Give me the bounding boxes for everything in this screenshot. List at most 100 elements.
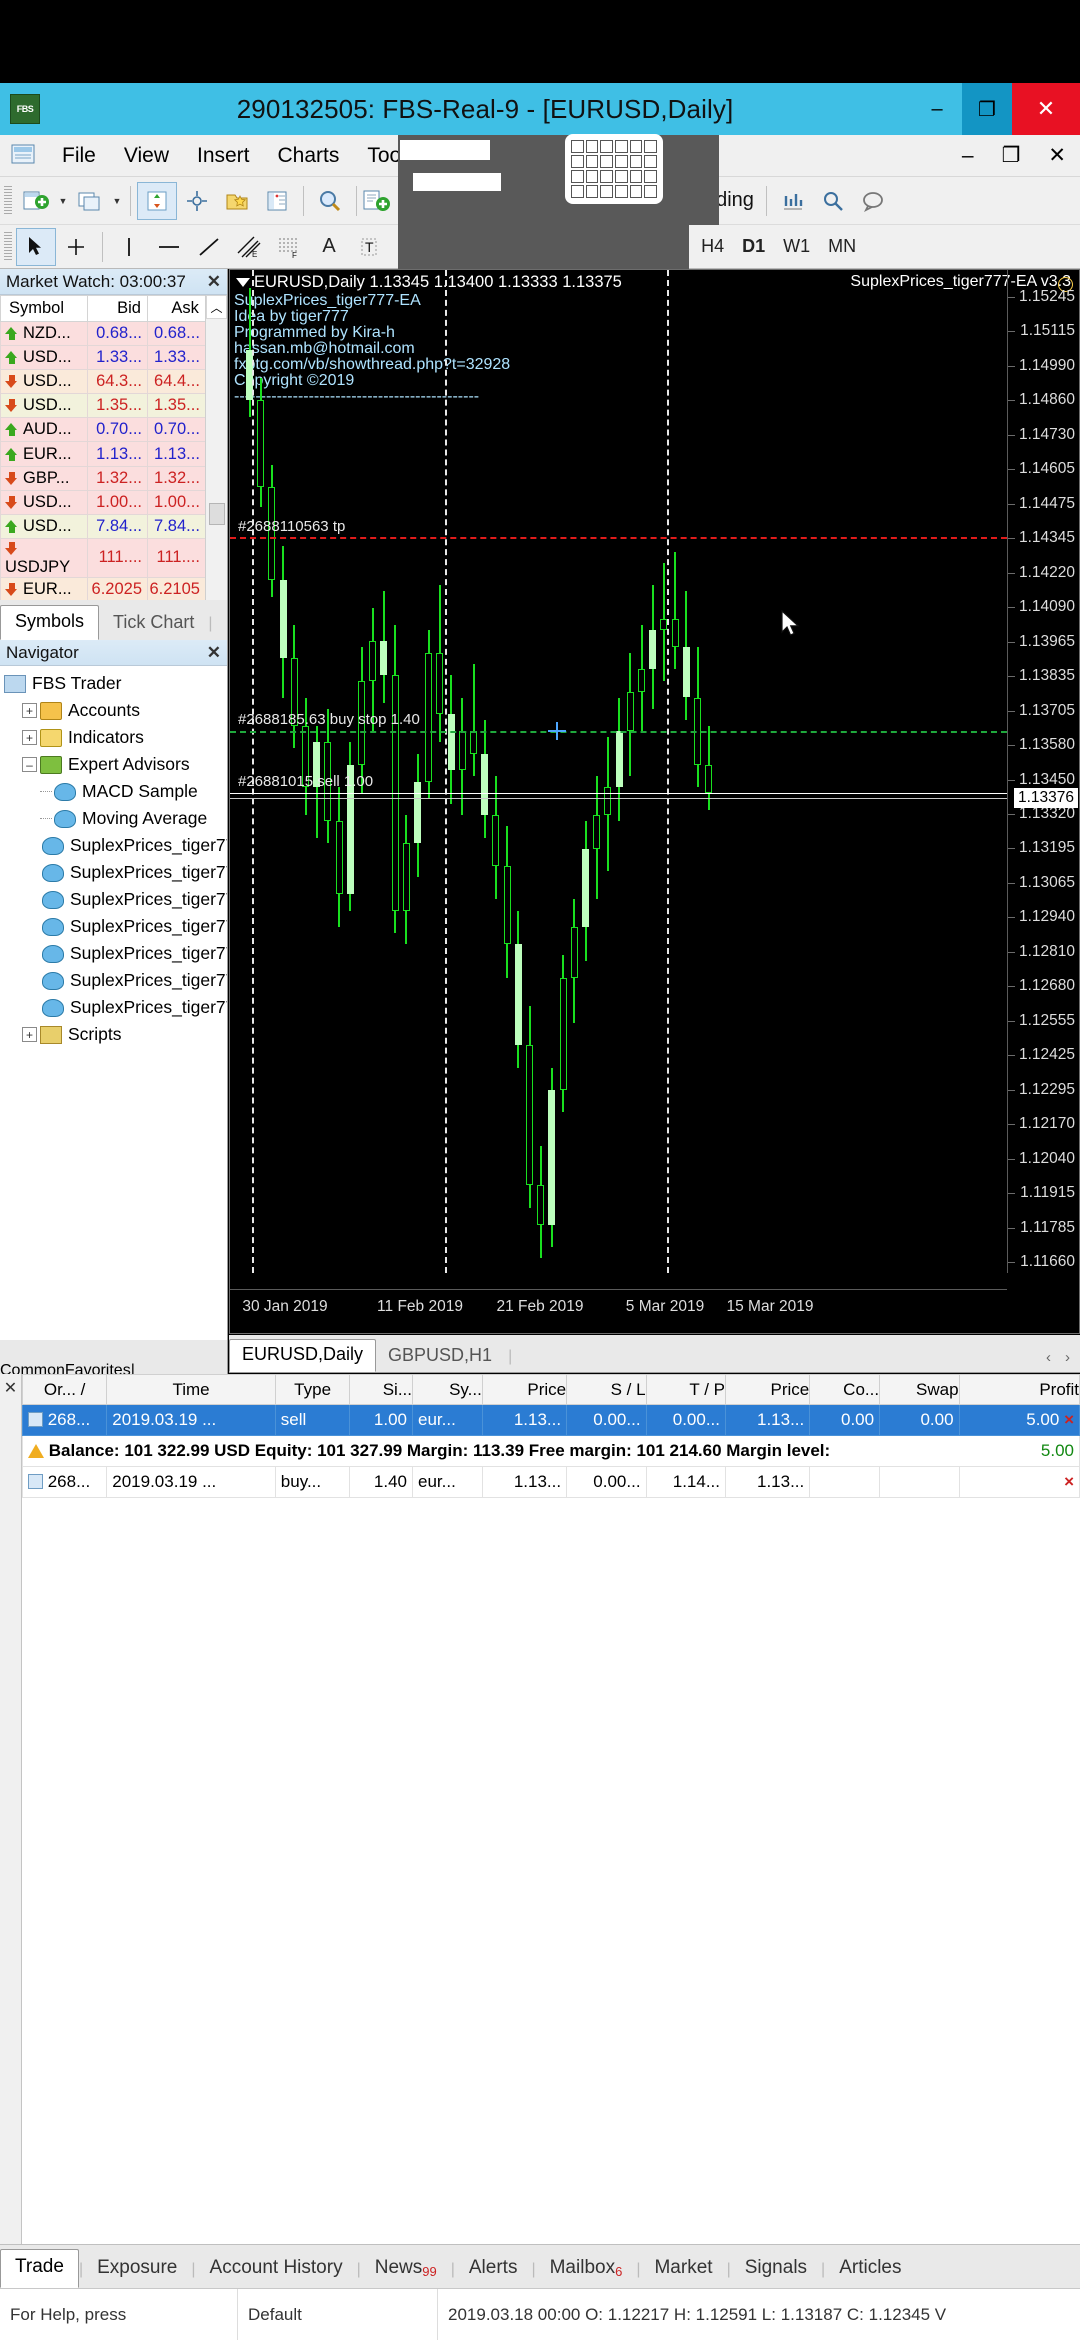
navigator-item-accounts[interactable]: +Accounts bbox=[4, 697, 227, 724]
profiles-icon[interactable] bbox=[70, 182, 110, 220]
label-icon[interactable]: T bbox=[349, 228, 389, 266]
navigator-item-fbs-trader[interactable]: FBS Trader bbox=[4, 670, 227, 697]
terminal-tab-exposure[interactable]: Exposure bbox=[83, 2251, 191, 2288]
inner-close-button[interactable]: ✕ bbox=[1034, 135, 1080, 177]
tree-expander[interactable]: – bbox=[22, 757, 37, 772]
trade-column-10[interactable]: Swap bbox=[880, 1375, 959, 1405]
trend-line-icon[interactable] bbox=[189, 228, 229, 266]
navigator-item-scripts[interactable]: +Scripts bbox=[4, 1021, 227, 1048]
trade-column-4[interactable]: Sy... bbox=[413, 1375, 483, 1405]
terminal-tab-articles[interactable]: Articles bbox=[825, 2251, 915, 2288]
menu-item-view[interactable]: View bbox=[110, 135, 183, 177]
column-ask[interactable]: Ask bbox=[148, 296, 206, 322]
minimize-button[interactable]: – bbox=[912, 83, 962, 135]
market-watch-row[interactable]: GBP...1.32...1.32... bbox=[1, 466, 227, 490]
cursor-icon[interactable] bbox=[16, 228, 56, 266]
symbol-cell[interactable]: USD... bbox=[1, 490, 88, 514]
market-watch-close-icon[interactable]: ✕ bbox=[207, 272, 221, 292]
chart-tab-gbpusd-h1[interactable]: GBPUSD,H1 bbox=[376, 1341, 504, 1372]
symbol-cell[interactable]: NZD... bbox=[1, 322, 88, 346]
timeframe-d1[interactable]: D1 bbox=[733, 236, 774, 257]
tab-tick-chart[interactable]: Tick Chart bbox=[99, 607, 208, 640]
trade-column-0[interactable]: Or... / bbox=[23, 1375, 107, 1405]
symbol-cell[interactable]: GBP... bbox=[1, 466, 88, 490]
column-symbol[interactable]: Symbol bbox=[1, 296, 88, 322]
inner-restore-button[interactable]: ❐ bbox=[988, 135, 1035, 177]
market-watch-row[interactable]: USD...7.84...7.84... bbox=[1, 514, 227, 538]
scroll-up-icon[interactable]: ︿ bbox=[206, 295, 227, 319]
timeframe-w1[interactable]: W1 bbox=[774, 236, 819, 257]
navigator-item-expert-advisors[interactable]: –Expert Advisors bbox=[4, 751, 227, 778]
drawing-toolbar-grip[interactable] bbox=[4, 232, 12, 262]
market-watch-scrollbar[interactable]: ︿ ﹀ bbox=[205, 295, 227, 640]
scroll-thumb[interactable] bbox=[209, 503, 225, 525]
market-watch-row[interactable]: EUR...6.20256.2105 bbox=[1, 577, 227, 601]
navigator-item-suplexprices-tiger777[interactable]: SuplexPrices_tiger777 bbox=[4, 859, 227, 886]
market-watch-row[interactable]: USDJPY111....111.... bbox=[1, 538, 227, 577]
trade-column-5[interactable]: Price bbox=[482, 1375, 566, 1405]
terminal-tab-signals[interactable]: Signals bbox=[731, 2251, 821, 2288]
tree-expander[interactable]: + bbox=[22, 730, 37, 745]
market-watch-row[interactable]: NZD...0.68...0.68... bbox=[1, 322, 227, 346]
chart-crosshair-marker[interactable] bbox=[548, 722, 566, 740]
navigator-item-suplexprices-tiger777[interactable]: SuplexPrices_tiger777 bbox=[4, 832, 227, 859]
order-label-buystop[interactable]: #2688185.63 buy stop 1.40 bbox=[238, 711, 420, 728]
terminal-tab-alerts[interactable]: Alerts bbox=[455, 2251, 532, 2288]
trade-column-3[interactable]: Si... bbox=[350, 1375, 413, 1405]
order-line-tp[interactable] bbox=[230, 537, 1007, 539]
menu-item-file[interactable]: File bbox=[48, 135, 110, 177]
profiles-dropdown-icon[interactable]: ▼ bbox=[110, 196, 124, 206]
navigator-item-suplexprices-tiger777[interactable]: SuplexPrices_tiger777 bbox=[4, 940, 227, 967]
symbol-cell[interactable]: USD... bbox=[1, 394, 88, 418]
symbol-cell[interactable]: USDJPY bbox=[1, 538, 88, 577]
order-label-tp[interactable]: #2688110563 tp bbox=[238, 518, 345, 535]
favorites-icon[interactable] bbox=[217, 182, 257, 220]
help-icon[interactable] bbox=[853, 182, 893, 220]
market-watch-row[interactable]: EUR...1.13...1.13... bbox=[1, 442, 227, 466]
terminal-tab-mailbox[interactable]: Mailbox6 bbox=[536, 2251, 637, 2288]
market-watch-row[interactable]: USD...1.00...1.00... bbox=[1, 490, 227, 514]
terminal-tab-account-history[interactable]: Account History bbox=[196, 2251, 357, 2288]
equidistant-channel-icon[interactable]: E bbox=[229, 228, 269, 266]
terminal-icon[interactable] bbox=[257, 182, 297, 220]
navigator-icon[interactable] bbox=[177, 182, 217, 220]
tree-expander[interactable]: + bbox=[22, 1027, 37, 1042]
order-line-buystop[interactable] bbox=[230, 731, 1007, 733]
new-chart-dropdown-icon[interactable]: ▼ bbox=[56, 196, 70, 206]
market-watch-row[interactable]: USD...1.35...1.35... bbox=[1, 394, 227, 418]
symbol-cell[interactable]: EUR... bbox=[1, 577, 88, 601]
tree-expander[interactable]: + bbox=[22, 703, 37, 718]
zoom-icon[interactable] bbox=[813, 182, 853, 220]
column-bid[interactable]: Bid bbox=[88, 296, 148, 322]
terminal-tab-trade[interactable]: Trade bbox=[0, 2249, 79, 2288]
fibonacci-icon[interactable]: F bbox=[269, 228, 309, 266]
timeframe-mn[interactable]: MN bbox=[819, 236, 865, 257]
new-chart-icon[interactable] bbox=[16, 182, 56, 220]
chart-canvas[interactable]: EURUSD,Daily 1.13345 1.13400 1.13333 1.1… bbox=[230, 270, 1079, 1333]
close-order-icon[interactable]: × bbox=[1064, 1410, 1074, 1429]
crosshair-icon[interactable] bbox=[56, 228, 96, 266]
chart-tab-prev-icon[interactable]: ‹ bbox=[1046, 1349, 1051, 1366]
navigator-item-suplexprices-tiger777[interactable]: SuplexPrices_tiger777 bbox=[4, 967, 227, 994]
virtual-keyboard-icon[interactable] bbox=[565, 134, 663, 204]
indicators-icon[interactable] bbox=[773, 182, 813, 220]
symbol-cell[interactable]: USD... bbox=[1, 370, 88, 394]
trade-row[interactable]: 268...2019.03.19 ...sell1.00eur...1.13..… bbox=[23, 1405, 1080, 1436]
tab-symbols[interactable]: Symbols bbox=[0, 605, 99, 640]
order-label-sell[interactable]: #26881015 sell 1.00 bbox=[238, 773, 373, 790]
toolbar-grip[interactable] bbox=[4, 186, 12, 216]
horizontal-line-icon[interactable] bbox=[149, 228, 189, 266]
trade-column-9[interactable]: Co... bbox=[810, 1375, 880, 1405]
market-watch-row[interactable]: USD...64.3...64.4... bbox=[1, 370, 227, 394]
terminal-close-icon[interactable]: ✕ bbox=[0, 1374, 21, 1398]
menu-item-insert[interactable]: Insert bbox=[183, 135, 264, 177]
navigator-close-icon[interactable]: ✕ bbox=[207, 643, 221, 663]
navigator-item-suplexprices-tiger777[interactable]: SuplexPrices_tiger777 bbox=[4, 913, 227, 940]
chart-panel[interactable]: EURUSD,Daily 1.13345 1.13400 1.13333 1.1… bbox=[229, 269, 1080, 1334]
timeframe-h4[interactable]: H4 bbox=[692, 236, 733, 257]
symbol-cell[interactable]: EUR... bbox=[1, 442, 88, 466]
order-line-sell[interactable] bbox=[230, 793, 1007, 794]
trade-column-7[interactable]: T / P bbox=[646, 1375, 725, 1405]
trade-column-6[interactable]: S / L bbox=[567, 1375, 646, 1405]
navigator-item-macd-sample[interactable]: MACD Sample bbox=[4, 778, 227, 805]
